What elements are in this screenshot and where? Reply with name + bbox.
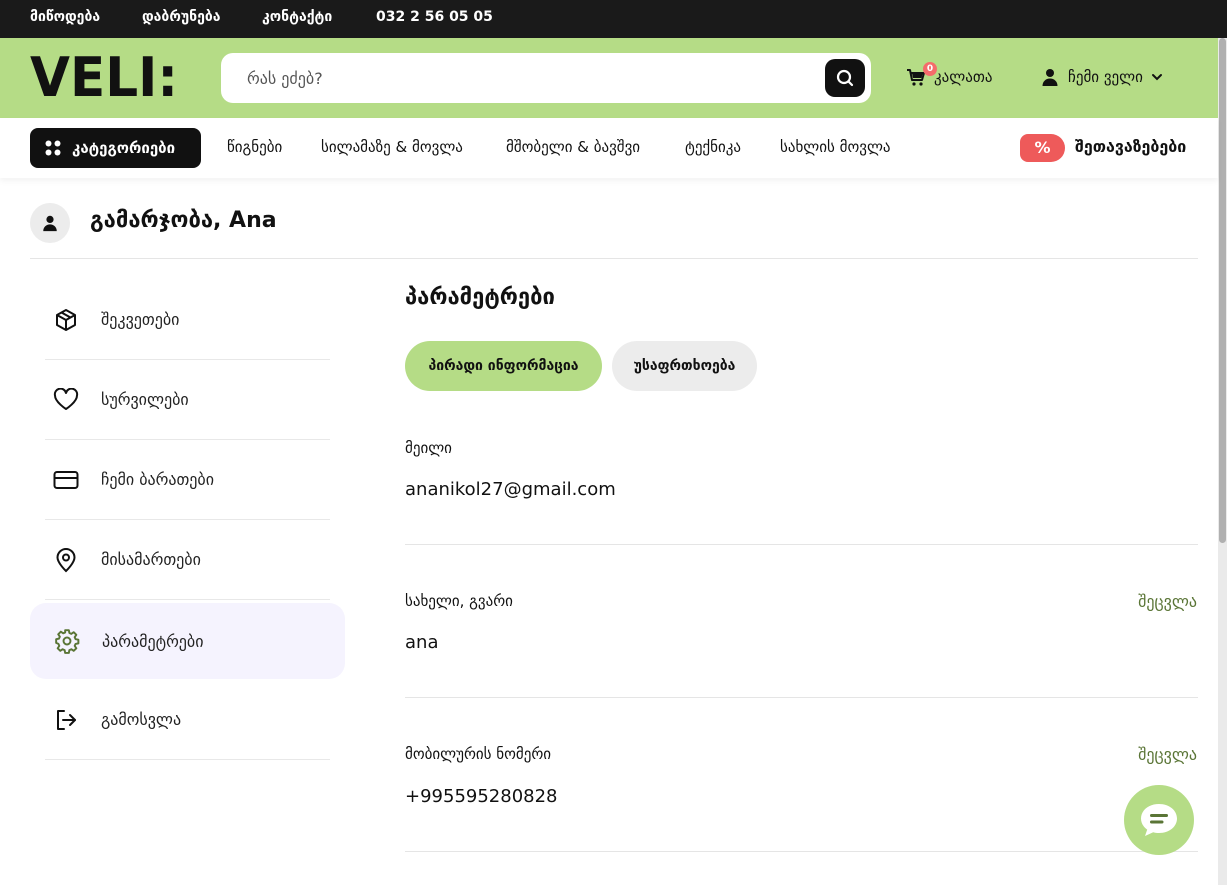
field-divider <box>405 697 1198 698</box>
nav-item-home-care[interactable]: სახლის მოვლა <box>780 138 891 156</box>
gear-icon <box>54 628 80 654</box>
logout-icon <box>53 707 79 733</box>
account-menu[interactable]: ჩემი ველი <box>1040 67 1163 87</box>
email-value: ananikol27@gmail.com <box>405 479 616 500</box>
nav-item-offers[interactable]: შეთავაზებები <box>1075 137 1186 156</box>
chevron-down-icon <box>1151 74 1162 81</box>
sidebar-item-label: პარამეტრები <box>102 631 204 651</box>
cart-count-badge: 0 <box>923 62 937 76</box>
sidebar-item-logout[interactable]: გამოსვლა <box>45 680 330 760</box>
nav-item-books[interactable]: წიგნები <box>227 138 282 156</box>
account-label: ჩემი ველი <box>1068 68 1143 86</box>
sidebar-item-label: მისამართები <box>101 550 201 569</box>
tab-personal-info[interactable]: პირადი ინფორმაცია <box>405 341 602 391</box>
sidebar-item-label: ჩემი ბარათები <box>101 470 214 489</box>
chat-button[interactable] <box>1124 785 1194 855</box>
category-nav: კატეგორიები წიგნები სილამაზე & მოვლა მშო… <box>0 118 1218 178</box>
edit-name-link[interactable]: შეცვლა <box>1138 592 1197 611</box>
location-pin-icon <box>53 547 79 573</box>
search-input[interactable] <box>247 65 807 91</box>
svg-text:VELI:: VELI: <box>30 52 178 102</box>
chat-icon <box>1141 804 1177 836</box>
edit-phone-link[interactable]: შეცვლა <box>1138 745 1197 764</box>
topbar-link-returns[interactable]: დაბრუნება <box>142 9 221 25</box>
search-button[interactable] <box>825 59 865 97</box>
sidebar-item-wishlist[interactable]: სურვილები <box>45 360 330 440</box>
topbar-phone[interactable]: 032 2 56 05 05 <box>376 9 493 25</box>
sidebar-item-cards[interactable]: ჩემი ბარათები <box>45 440 330 520</box>
topbar-link-delivery[interactable]: მიწოდება <box>30 9 100 25</box>
greeting-title: გამარჯობა, Ana <box>90 208 277 233</box>
phone-value: +995595280828 <box>405 786 558 807</box>
grid-icon <box>45 140 61 156</box>
avatar <box>30 203 70 243</box>
phone-label: მობილურის ნომერი <box>405 745 552 763</box>
sidebar-item-label: გამოსვლა <box>101 710 182 729</box>
card-icon <box>53 467 79 493</box>
sidebar-item-addresses[interactable]: მისამართები <box>45 520 330 600</box>
field-divider <box>405 851 1198 852</box>
name-label: სახელი, გვარი <box>405 592 513 610</box>
topbar-link-contact[interactable]: კონტაქტი <box>262 9 332 25</box>
nav-item-beauty[interactable]: სილამაზე & მოვლა <box>321 138 463 156</box>
tab-security[interactable]: უსაფრთხოება <box>612 341 757 391</box>
box-icon <box>53 307 79 333</box>
nav-item-parent-child[interactable]: მშობელი & ბავშვი <box>506 138 640 156</box>
sidebar-item-label: შეკვეთები <box>101 310 180 329</box>
search-icon <box>836 69 854 87</box>
greeting-divider <box>30 258 1198 259</box>
sidebar-item-label: სურვილები <box>101 390 189 409</box>
field-divider <box>405 544 1198 545</box>
sidebar-item-settings[interactable]: პარამეტრები <box>30 603 345 679</box>
user-icon <box>43 215 57 232</box>
categories-button[interactable]: კატეგორიები <box>30 128 201 168</box>
promo-badge[interactable]: % <box>1020 134 1065 162</box>
scrollbar-thumb[interactable] <box>1219 38 1226 543</box>
cart-label: კალათა <box>934 68 993 86</box>
veli-logo[interactable]: VELI: <box>30 52 180 102</box>
heart-icon <box>53 387 79 413</box>
search-bar <box>221 53 871 103</box>
page-scrollbar[interactable] <box>1218 38 1227 885</box>
nav-item-electronics[interactable]: ტექნიკა <box>685 138 741 156</box>
cart-button[interactable]: 0 კალათა <box>906 62 993 87</box>
email-label: მეილი <box>405 439 452 457</box>
sidebar-item-orders[interactable]: შეკვეთები <box>45 280 330 360</box>
top-bar: მიწოდება დაბრუნება კონტაქტი 032 2 56 05 … <box>0 0 1227 38</box>
site-header: VELI: 0 კალათა ჩემი ველი <box>0 38 1218 118</box>
page-title: პარამეტრები <box>405 285 555 310</box>
name-value: ana <box>405 632 439 653</box>
categories-label: კატეგორიები <box>72 139 176 157</box>
user-icon <box>1042 69 1058 86</box>
